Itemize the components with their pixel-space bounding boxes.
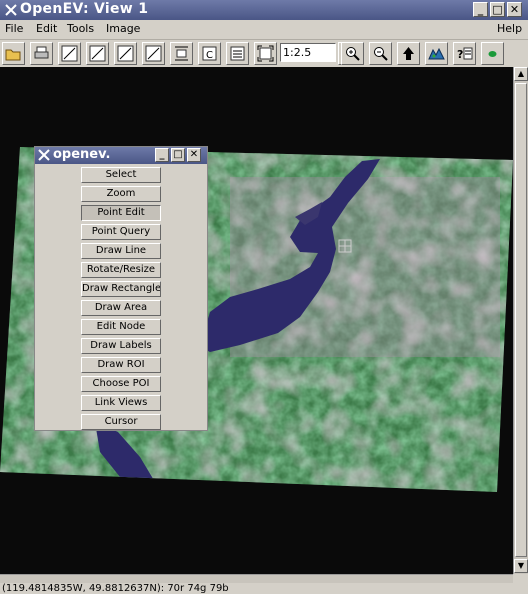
- print-icon: [34, 46, 49, 59]
- legend-button[interactable]: ?: [453, 42, 476, 65]
- zoom-out-button[interactable]: [369, 42, 392, 65]
- open-button[interactable]: [2, 42, 25, 65]
- tool-point-edit[interactable]: Point Edit: [81, 205, 161, 221]
- layer-dot-icon: [488, 51, 497, 57]
- line-tool-icon: [61, 45, 78, 62]
- tool-draw-rectangle[interactable]: Draw Rectangle: [81, 281, 161, 297]
- menu-edit[interactable]: Edit: [36, 22, 57, 35]
- tool-choose-poi[interactable]: Choose POI: [81, 376, 161, 392]
- fit-height-button[interactable]: [170, 42, 193, 65]
- palette-app-icon: [38, 149, 50, 161]
- line-tool-icon: [117, 45, 134, 62]
- horizontal-scrollbar[interactable]: [0, 574, 513, 583]
- draw-line-button[interactable]: [58, 42, 81, 65]
- svg-text:C: C: [206, 50, 213, 61]
- minimize-button[interactable]: _: [473, 2, 488, 17]
- scroll-up-arrow[interactable]: ▲: [514, 67, 528, 81]
- tool-zoom[interactable]: Zoom: [81, 186, 161, 202]
- menu-image[interactable]: Image: [106, 22, 140, 35]
- palette-minimize-button[interactable]: _: [155, 148, 169, 162]
- menu-file[interactable]: File: [5, 22, 23, 35]
- list-icon: [230, 46, 245, 61]
- line-tool-icon: [145, 45, 162, 62]
- close-button[interactable]: ✕: [507, 2, 522, 17]
- svg-text:?: ?: [457, 48, 463, 61]
- tool-draw-line[interactable]: Draw Line: [81, 243, 161, 259]
- tool-palette-window: openev. _ □ ✕ Select Zoom Point Edit Poi…: [34, 146, 208, 431]
- 3d-view-button[interactable]: [425, 42, 448, 65]
- fit-height-icon: [175, 46, 188, 61]
- open-icon: [5, 49, 21, 61]
- layers-button[interactable]: [481, 42, 504, 65]
- tool-edit-node[interactable]: Edit Node: [81, 319, 161, 335]
- toolbar: C 1:2.5 ?: [0, 40, 528, 67]
- zoom-in-button[interactable]: [341, 42, 364, 65]
- menu-tools[interactable]: Tools: [67, 22, 94, 35]
- tool-cursor[interactable]: Cursor: [81, 414, 161, 430]
- draw-line-button-4[interactable]: [142, 42, 165, 65]
- tool-rotate-resize[interactable]: Rotate/Resize: [81, 262, 161, 278]
- app-icon: [5, 4, 17, 16]
- terrain-icon: [428, 47, 445, 60]
- home-button[interactable]: [397, 42, 420, 65]
- palette-titlebar[interactable]: openev. _ □ ✕: [35, 147, 207, 164]
- menubar: File Edit Tools Image Help: [0, 20, 528, 40]
- palette-title: openev.: [53, 147, 111, 162]
- fit-extents-icon: [257, 45, 274, 62]
- zoom-ratio-field[interactable]: 1:2.5: [280, 43, 336, 62]
- home-arrow-icon: [403, 47, 414, 60]
- line-tool-icon: [89, 45, 106, 62]
- maximize-button[interactable]: □: [490, 2, 505, 17]
- list-button[interactable]: [226, 42, 249, 65]
- status-bar: (119.4814835W, 49.8812637N): 70r 74g 79b: [0, 583, 528, 594]
- legend-icon: ?: [457, 47, 473, 61]
- draw-line-button-2[interactable]: [86, 42, 109, 65]
- window-titlebar[interactable]: OpenEV: View 1 _ □ ✕: [0, 0, 528, 20]
- scroll-thumb[interactable]: [515, 83, 527, 557]
- tool-draw-area[interactable]: Draw Area: [81, 300, 161, 316]
- zoom-out-icon: [374, 47, 388, 61]
- tool-select[interactable]: Select: [81, 167, 161, 183]
- clear-icon: C: [202, 46, 217, 61]
- zoom-in-icon: [346, 47, 360, 61]
- tool-draw-labels[interactable]: Draw Labels: [81, 338, 161, 354]
- palette-close-button[interactable]: ✕: [187, 148, 201, 162]
- palette-maximize-button[interactable]: □: [171, 148, 185, 162]
- vertical-scrollbar[interactable]: ▲ ▼: [513, 67, 528, 574]
- tool-point-query[interactable]: Point Query: [81, 224, 161, 240]
- scroll-down-arrow[interactable]: ▼: [514, 559, 528, 573]
- draw-line-button-3[interactable]: [114, 42, 137, 65]
- fit-extents-button[interactable]: [254, 42, 277, 65]
- tool-link-views[interactable]: Link Views: [81, 395, 161, 411]
- window-title: OpenEV: View 1: [20, 1, 149, 17]
- tool-draw-roi[interactable]: Draw ROI: [81, 357, 161, 373]
- print-button[interactable]: [30, 42, 53, 65]
- clear-button[interactable]: C: [198, 42, 221, 65]
- menu-help[interactable]: Help: [497, 22, 522, 35]
